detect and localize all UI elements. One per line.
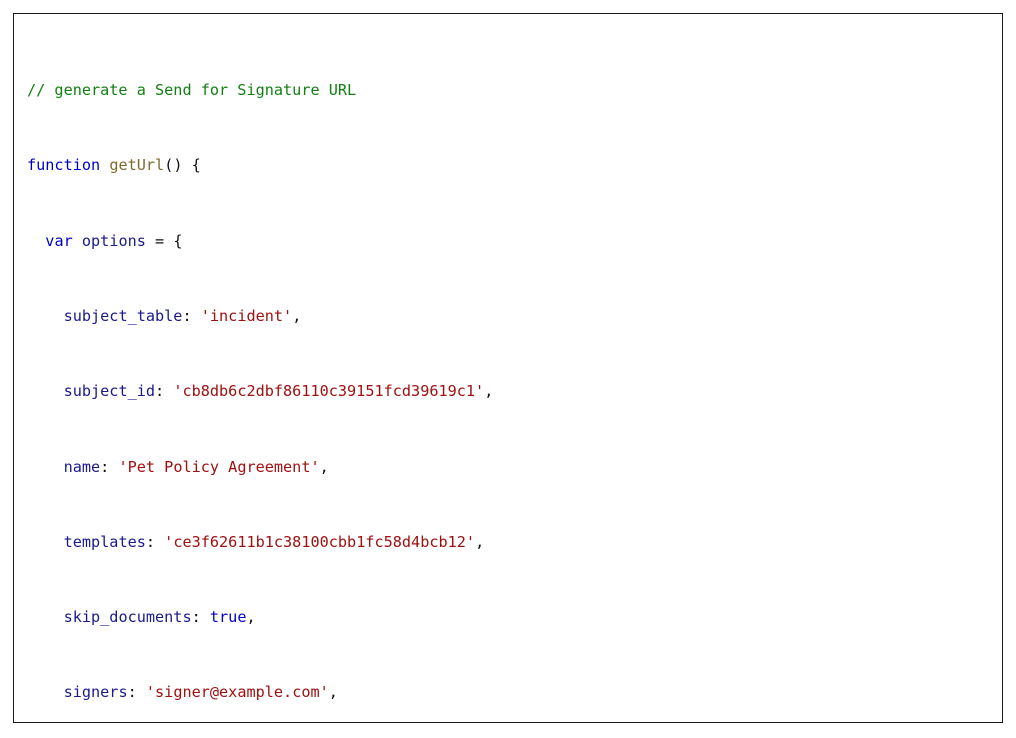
function-open-paren: () { <box>164 156 201 175</box>
code-line-option-skip-documents: skip_documents: true, <box>63 608 256 627</box>
code-editor-frame: // generate a Send for Signature URL fun… <box>13 13 1003 723</box>
code-line-option-templates: templates: 'ce3f62611b1c38100cbb1fc58d4b… <box>63 532 485 551</box>
option-key-subject-id: subject_id <box>63 382 156 401</box>
option-key-name: name <box>63 457 101 476</box>
code-line-option-signers: signers: 'signer@example.com', <box>63 683 338 702</box>
option-key-subject-table: subject_table <box>63 307 183 326</box>
option-value-subject-table: 'incident' <box>200 307 293 326</box>
code-line-function-decl: function getUrl() { <box>27 153 1000 178</box>
code-content[interactable]: // generate a Send for Signature URL fun… <box>27 28 1000 722</box>
code-line-option-subject-table: subject_table: 'incident', <box>63 307 302 326</box>
code-line-option-subject-id: subject_id: 'cb8db6c2dbf86110c39151fcd39… <box>63 382 494 401</box>
option-value-skip-documents: true <box>209 608 247 627</box>
option-key-signers: signers <box>63 683 128 702</box>
keyword-var: var <box>45 231 73 250</box>
option-value-templates: 'ce3f62611b1c38100cbb1fc58d4bcb12' <box>164 532 476 551</box>
comment-text: // generate a Send for Signature URL <box>27 81 357 100</box>
code-line-var-options: var options = { <box>27 229 1000 254</box>
function-name-geturl: getUrl <box>109 156 165 175</box>
code-line-option-name: name: 'Pet Policy Agreement', <box>63 457 329 476</box>
option-key-skip-documents: skip_documents <box>63 608 192 627</box>
option-value-subject-id: 'cb8db6c2dbf86110c39151fcd39619c1' <box>173 382 485 401</box>
keyword-function: function <box>27 156 101 175</box>
identifier-options: options <box>81 231 146 250</box>
options-assign-brace: = { <box>145 231 183 250</box>
code-line-comment-header: // generate a Send for Signature URL <box>27 78 1000 103</box>
option-key-templates: templates <box>63 532 146 551</box>
option-value-signers: 'signer@example.com' <box>145 683 329 702</box>
option-value-name: 'Pet Policy Agreement' <box>118 457 320 476</box>
